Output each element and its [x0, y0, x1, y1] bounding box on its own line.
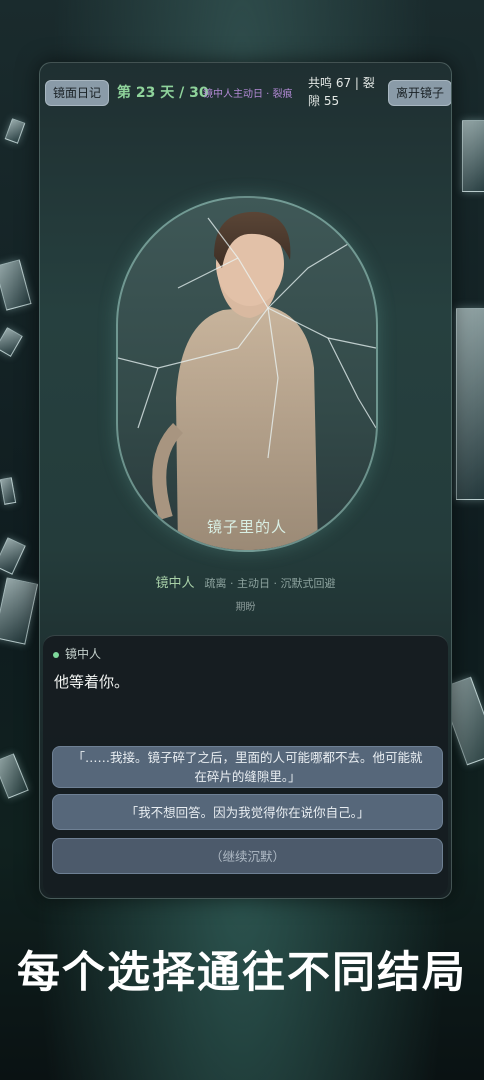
- speaker-dot-icon: [53, 651, 59, 658]
- speaker-tag: 镜中人: [53, 645, 101, 662]
- choice-label: 「……我接。镜子碎了之后，里面的人可能哪都不去。他可能就在碎片的缝隙里。」: [72, 750, 423, 784]
- mirror-shard: [4, 118, 26, 144]
- character-mood: 期盼: [235, 602, 256, 613]
- arm-shape: [152, 423, 184, 521]
- choice-button-silent[interactable]: （继续沉默）: [52, 838, 443, 874]
- dialog-box: 镜中人 他等着你。 「……我接。镜子碎了之后，里面的人可能哪都不去。他可能就在碎…: [43, 635, 448, 896]
- mirror-shard: [0, 259, 32, 311]
- mirror-shard: [0, 477, 17, 505]
- choice-button-1[interactable]: 「……我接。镜子碎了之后，里面的人可能哪都不去。他可能就在碎片的缝隙里。」: [52, 746, 443, 788]
- mirror-shard: [462, 120, 484, 192]
- mirror-shard: [456, 308, 484, 500]
- character-traits: 疏离 · 主动日 · 沉默式回避: [204, 577, 336, 590]
- dialog-line: 他等着你。: [54, 673, 130, 691]
- choice-label: 「我不想回答。因为我觉得你在说你自己。」: [125, 804, 370, 820]
- speaker-name: 镜中人: [65, 647, 102, 661]
- leave-mirror-button[interactable]: 离开镜子: [388, 80, 451, 106]
- top-bar: 镜面日记 第 23 天 / 30 镜中人主动日 · 裂痕 共鸣 67 | 裂隙 …: [40, 63, 451, 113]
- promo-slogan: 每个选择通往不同结局: [17, 948, 467, 998]
- event-tag: 镜中人主动日 · 裂痕: [203, 89, 293, 100]
- mirror-shard: [0, 537, 26, 575]
- choice-button-2[interactable]: 「我不想回答。因为我觉得你在说你自己。」: [52, 794, 443, 830]
- portrait-caption: 镜子里的人: [206, 518, 287, 536]
- character-info: 镜中人 疏离 · 主动日 · 沉默式回避: [40, 572, 451, 591]
- shirt-shape: [176, 306, 318, 550]
- mirror-diary-button[interactable]: 镜面日记: [45, 80, 110, 106]
- mirror-portrait: 镜子里的人: [116, 196, 378, 552]
- game-panel: 镜面日记 第 23 天 / 30 镜中人主动日 · 裂痕 共鸣 67 | 裂隙 …: [39, 62, 452, 899]
- day-counter: 第 23 天 / 30: [117, 85, 209, 101]
- character-name: 镜中人: [155, 576, 195, 591]
- portrait-figure: [118, 211, 376, 550]
- mirror-shard: [0, 577, 39, 645]
- stats-readout: 共鸣 67 | 裂隙 55: [308, 76, 375, 108]
- mirror-shard: [0, 327, 23, 357]
- mirror-shard: [0, 753, 29, 799]
- choice-label: （继续沉默）: [209, 848, 285, 864]
